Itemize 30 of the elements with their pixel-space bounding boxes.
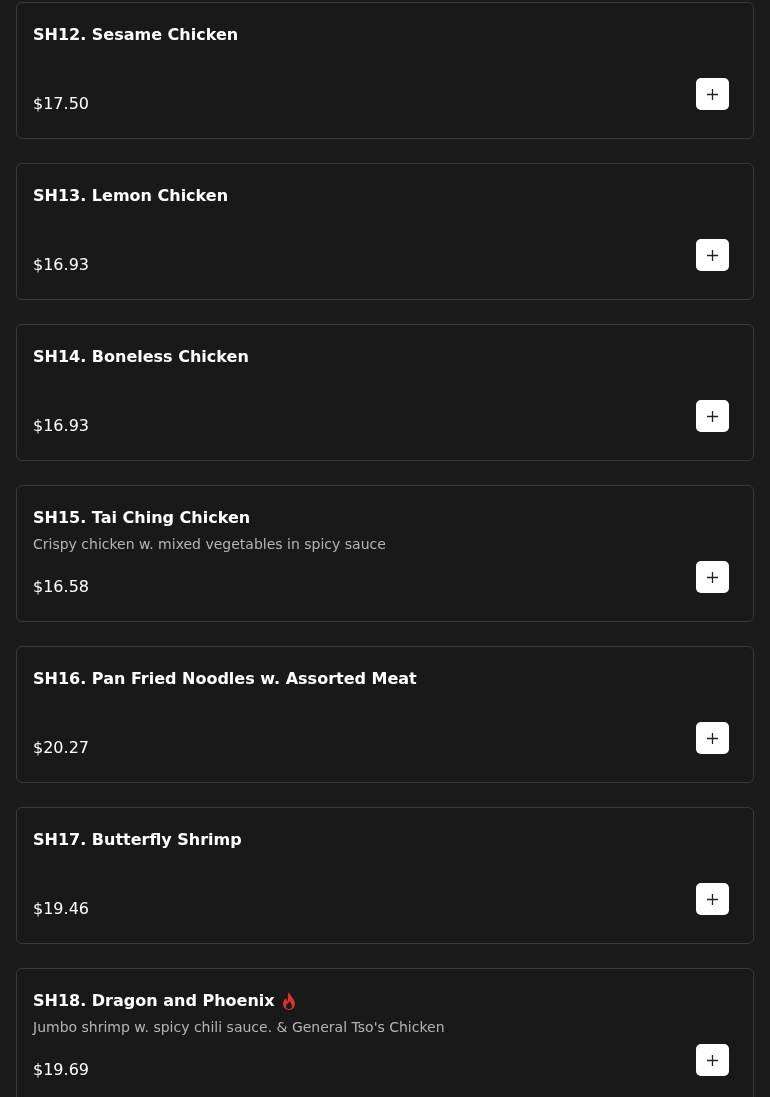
item-name: SH17. Butterfly Shrimp bbox=[33, 830, 242, 850]
plus-icon bbox=[707, 88, 718, 100]
item-description: Crispy chicken w. mixed vegetables in spicy sauce bbox=[33, 535, 387, 554]
item-name: SH15. Tai Ching Chicken bbox=[33, 508, 251, 528]
plus-icon bbox=[707, 893, 718, 905]
item-price: $16.93 bbox=[33, 254, 89, 276]
item-price: $16.58 bbox=[33, 576, 89, 598]
add-button[interactable] bbox=[696, 722, 729, 754]
item-name: SH14. Boneless Chicken bbox=[33, 347, 249, 367]
item-name: SH18. Dragon and Phoenix bbox=[33, 991, 275, 1011]
item-price: $19.46 bbox=[33, 898, 89, 920]
item-price: $19.69 bbox=[33, 1059, 89, 1081]
item-name: SH12. Sesame Chicken bbox=[33, 25, 239, 45]
plus-icon bbox=[707, 571, 718, 583]
item-price: $17.50 bbox=[33, 93, 89, 115]
item-name: SH16. Pan Fried Noodles w. Assorted Meat bbox=[33, 669, 417, 689]
add-button[interactable] bbox=[696, 883, 729, 915]
plus-icon bbox=[707, 732, 718, 744]
item-description: Jumbo shrimp w. spicy chili sauce. & General Tso's Chicken bbox=[33, 1018, 446, 1037]
add-button[interactable] bbox=[696, 1044, 729, 1076]
plus-icon bbox=[707, 410, 718, 422]
add-button[interactable] bbox=[696, 239, 729, 271]
add-button[interactable] bbox=[696, 400, 729, 432]
item-price: $16.93 bbox=[33, 415, 89, 437]
plus-icon bbox=[707, 1054, 718, 1066]
plus-icon bbox=[707, 249, 718, 261]
item-price: $20.27 bbox=[33, 737, 89, 759]
item-name: SH13. Lemon Chicken bbox=[33, 186, 229, 206]
add-button[interactable] bbox=[696, 561, 729, 593]
add-button[interactable] bbox=[696, 78, 729, 110]
